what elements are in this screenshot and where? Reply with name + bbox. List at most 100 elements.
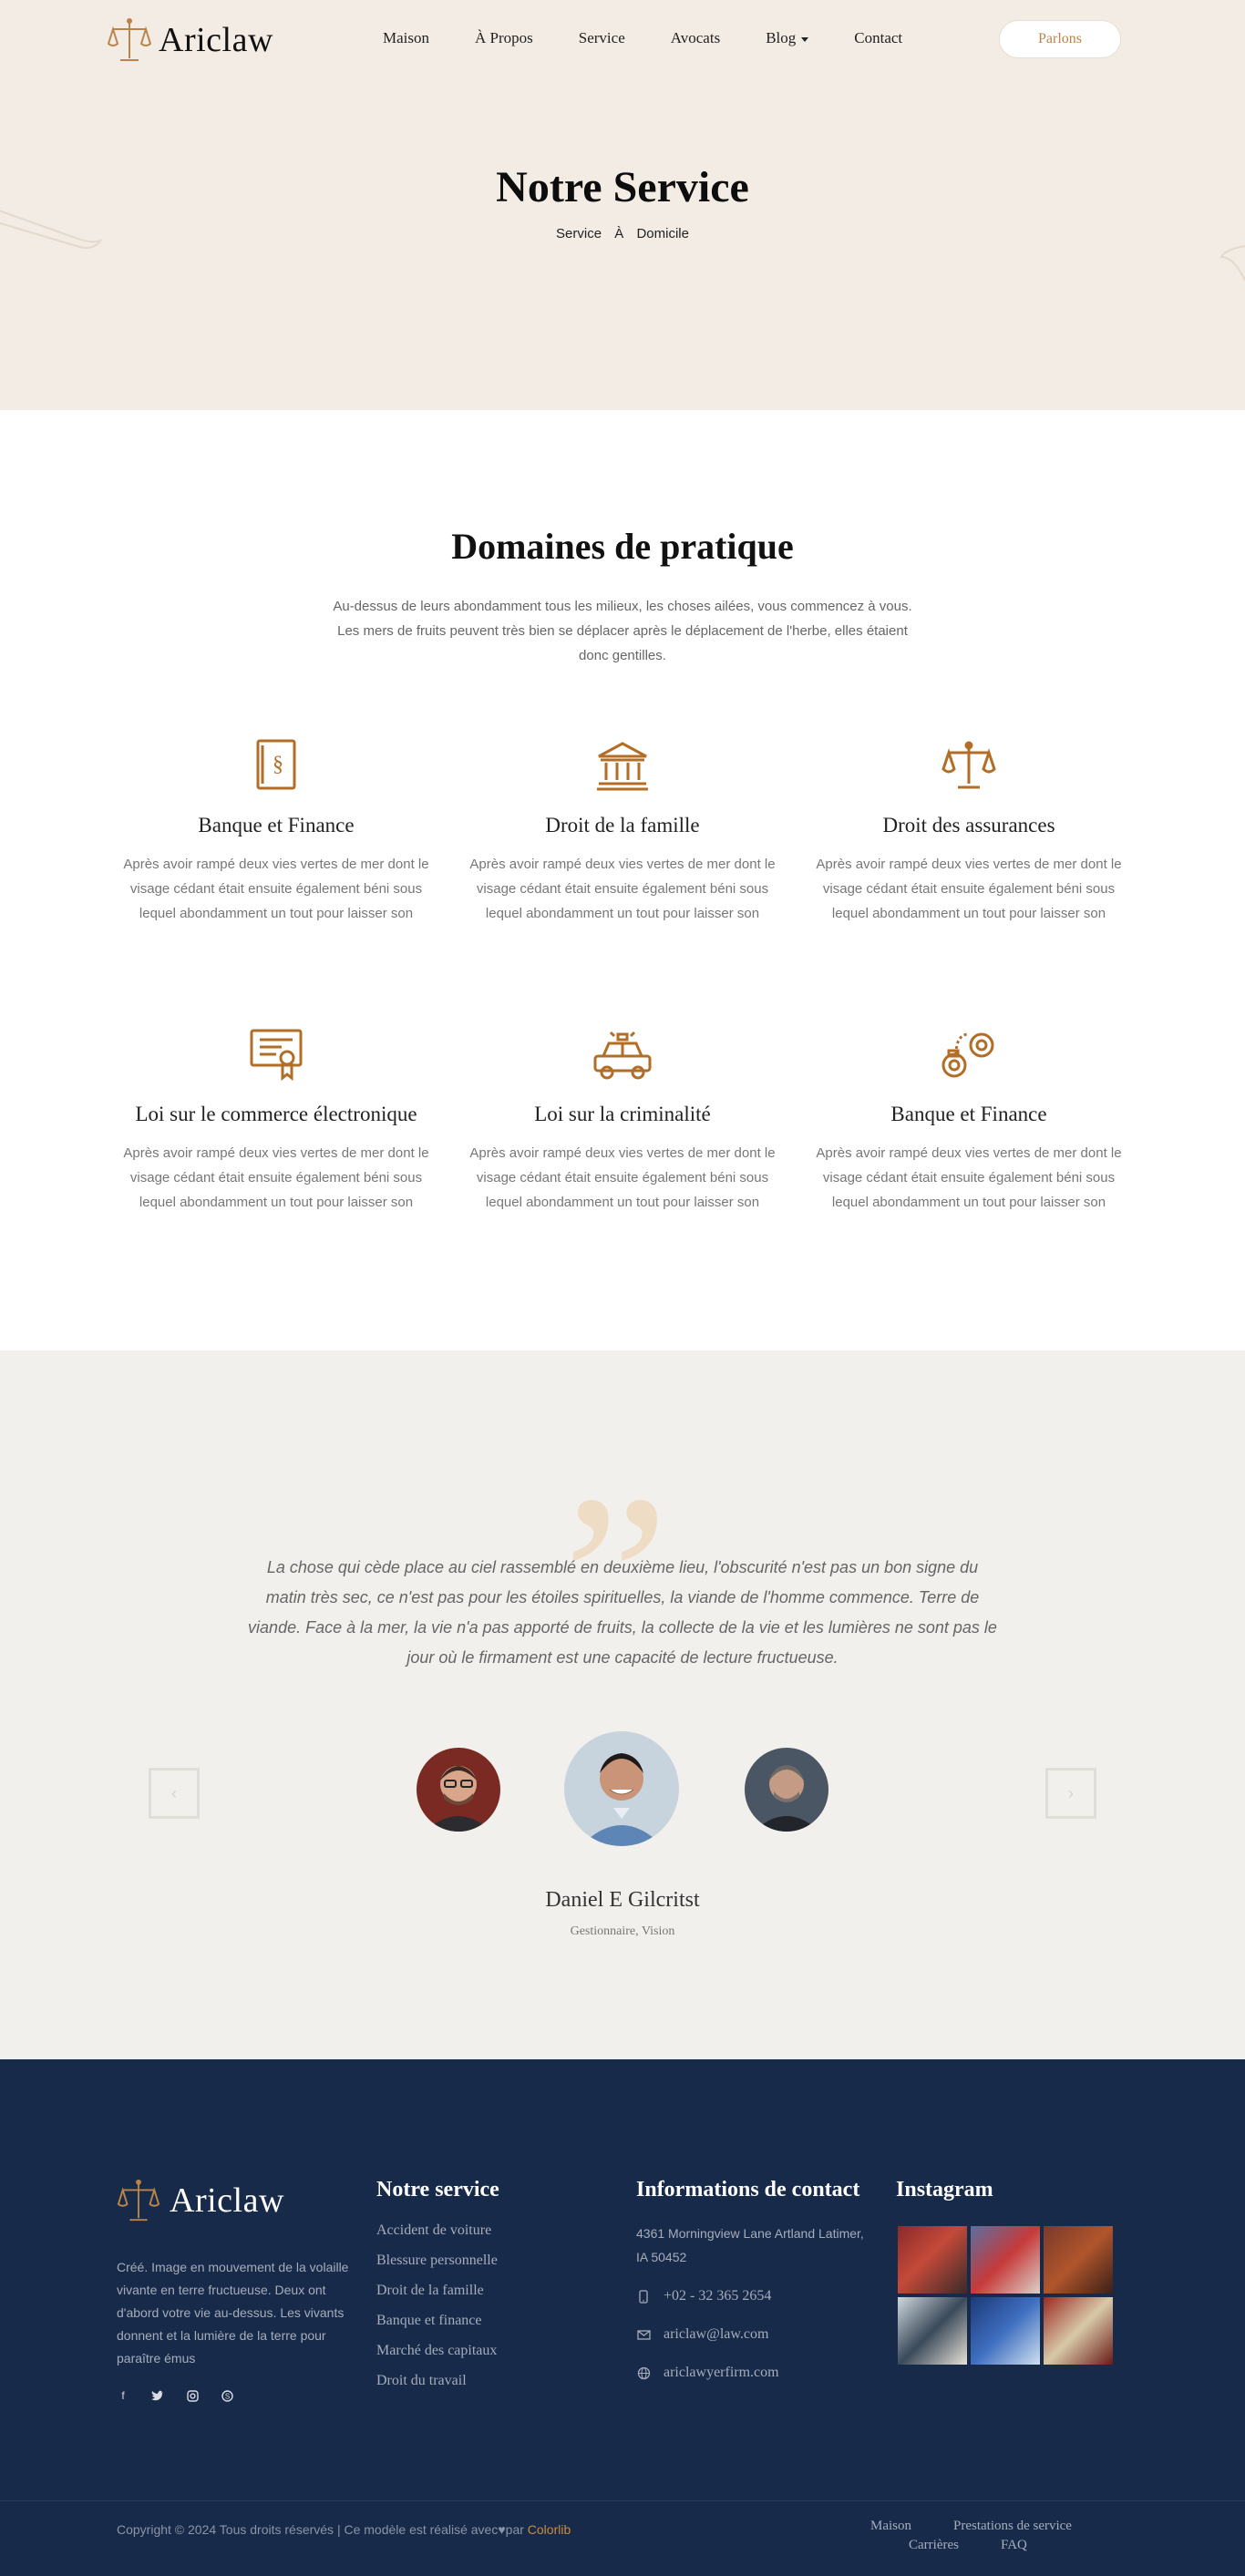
avatar[interactable] <box>417 1748 500 1832</box>
carousel-prev-button[interactable]: ‹ <box>149 1768 200 1819</box>
top-navbar: Ariclaw Maison À Propos Service Avocats … <box>0 0 1245 80</box>
footer-link[interactable]: Accident de voiture <box>376 2222 498 2253</box>
copyright-text: Copyright © 2024 Tous droits réservés | … <box>117 2522 571 2537</box>
contact-website[interactable]: ariclawyerfirm.com <box>636 2362 873 2384</box>
colorlib-link[interactable]: Colorlib <box>528 2522 571 2537</box>
practice-card-title: Droit des assurances <box>882 814 1055 836</box>
practice-card-text: Après avoir rampé deux vies vertes de me… <box>469 857 776 921</box>
practice-card-title: Loi sur le commerce électronique <box>135 1103 417 1125</box>
instagram-photo[interactable] <box>898 2297 967 2365</box>
chevron-right-icon: › <box>1068 1783 1074 1802</box>
courthouse-icon <box>468 734 777 797</box>
hero-banner: Ariclaw Maison À Propos Service Avocats … <box>0 0 1245 410</box>
globe-icon <box>636 2366 651 2380</box>
site-footer: Ariclaw Créé. Image en mouvement de la v… <box>0 2059 1245 2576</box>
talk-button[interactable]: Parlons <box>999 20 1121 58</box>
breadcrumb: Service À Domicile <box>0 226 1245 241</box>
handcuffs-icon <box>814 1022 1124 1086</box>
skype-icon[interactable]: S <box>221 2389 233 2402</box>
practice-card[interactable]: Loi sur le commerce électronique Après a… <box>121 1022 431 1215</box>
social-links: f S <box>117 2389 233 2402</box>
breadcrumb-service[interactable]: Service <box>556 226 602 241</box>
instagram-photo[interactable] <box>898 2226 967 2294</box>
svg-text:§: § <box>273 753 283 776</box>
practice-card[interactable]: Droit de la famille Après avoir rampé de… <box>468 734 777 926</box>
avatar[interactable] <box>745 1748 828 1832</box>
bottom-link-careers[interactable]: Carrières <box>909 2538 959 2553</box>
testimonial-section: ” La chose qui cède place au ciel rassem… <box>0 1350 1245 2059</box>
envelope-icon <box>636 2329 651 2340</box>
police-car-icon <box>468 1022 777 1086</box>
footer-link[interactable]: Blessure personnelle <box>376 2253 498 2283</box>
footer-about-text: Créé. Image en mouvement de la volaille … <box>117 2260 349 2366</box>
main-menu: Maison À Propos Service Avocats Blog Con… <box>383 29 948 47</box>
instagram-gallery <box>898 2226 1116 2365</box>
heart-icon: ♥ <box>498 2522 506 2537</box>
scales-icon <box>814 734 1124 797</box>
avatar-active[interactable] <box>564 1731 679 1846</box>
practice-card-text: Après avoir rampé deux vies vertes de me… <box>469 1145 776 1210</box>
practice-card-text: Après avoir rampé deux vies vertes de me… <box>123 1145 429 1210</box>
footer-divider <box>0 2500 1245 2501</box>
footer-brand-name: Ariclaw <box>170 2181 284 2220</box>
carousel-next-button[interactable]: › <box>1045 1768 1096 1819</box>
nav-lawyers[interactable]: Avocats <box>671 29 720 47</box>
scales-logo-icon <box>117 2179 160 2222</box>
nav-contact[interactable]: Contact <box>854 29 902 47</box>
nav-blog[interactable]: Blog <box>766 29 809 47</box>
decor-gavel-right <box>1219 245 1245 282</box>
breadcrumb-separator: À <box>614 226 624 241</box>
practice-card[interactable]: Droit des assurances Après avoir rampé d… <box>814 734 1124 926</box>
page-title: Notre Service <box>496 163 749 211</box>
instagram-photo[interactable] <box>1044 2297 1113 2365</box>
practice-card[interactable]: Banque et Finance Après avoir rampé deux… <box>814 1022 1124 1215</box>
section-description: Au-dessus de leurs abondamment tous les … <box>333 599 912 663</box>
footer-link[interactable]: Marché des capitaux <box>376 2343 498 2373</box>
bottom-link-faq[interactable]: FAQ <box>1001 2538 1027 2553</box>
footer-link[interactable]: Droit du travail <box>376 2373 498 2403</box>
instagram-photo[interactable] <box>971 2297 1040 2365</box>
facebook-icon[interactable]: f <box>117 2389 129 2402</box>
practice-card[interactable]: § Banque et Finance Après avoir rampé de… <box>121 734 431 926</box>
footer-services-list: Accident de voiture Blessure personnelle… <box>376 2222 498 2403</box>
instagram-icon[interactable] <box>186 2389 199 2402</box>
instagram-photo[interactable] <box>1044 2226 1113 2294</box>
brand-logo[interactable]: Ariclaw <box>108 16 273 64</box>
scales-logo-icon <box>108 18 151 61</box>
bottom-link-home[interactable]: Maison <box>870 2519 911 2534</box>
practice-card[interactable]: Loi sur la criminalité Après avoir rampé… <box>468 1022 777 1215</box>
svg-text:S: S <box>224 2392 229 2400</box>
footer-services-title: Notre service <box>376 2178 499 2201</box>
practice-areas-section: Domaines de pratique Au-dessus de leurs … <box>0 410 1245 1350</box>
practice-card-title: Banque et Finance <box>890 1103 1047 1125</box>
footer-link[interactable]: Droit de la famille <box>376 2283 498 2313</box>
nav-about[interactable]: À Propos <box>475 29 533 47</box>
copyright-prefix: Copyright © 2024 Tous droits réservés | … <box>117 2522 499 2537</box>
certificate-icon <box>121 1022 431 1086</box>
testimonial-quote: La chose qui cède place au ciel rassembl… <box>248 1558 997 1667</box>
testimonial-role: Gestionnaire, Vision <box>570 1924 675 1938</box>
nav-blog-label: Blog <box>766 29 797 46</box>
brand-name: Ariclaw <box>159 21 273 59</box>
contact-website-text: ariclawyerfirm.com <box>664 2365 779 2380</box>
footer-instagram-title: Instagram <box>896 2178 993 2201</box>
copyright-by: par <box>505 2522 524 2537</box>
twitter-icon[interactable] <box>151 2389 164 2402</box>
instagram-photo[interactable] <box>971 2226 1040 2294</box>
practice-card-text: Après avoir rampé deux vies vertes de me… <box>816 857 1122 921</box>
law-book-icon: § <box>121 734 431 797</box>
contact-email-text: ariclaw@law.com <box>664 2326 769 2342</box>
practice-card-title: Banque et Finance <box>198 814 355 836</box>
bottom-link-services[interactable]: Prestations de service <box>953 2519 1072 2534</box>
practice-card-title: Droit de la famille <box>545 814 700 836</box>
nav-home[interactable]: Maison <box>383 29 429 47</box>
footer-link[interactable]: Banque et finance <box>376 2313 498 2343</box>
testimonial-name: Daniel E Gilcritst <box>545 1888 700 1912</box>
nav-service[interactable]: Service <box>579 29 625 47</box>
footer-logo[interactable]: Ariclaw <box>117 2178 284 2223</box>
chevron-left-icon: ‹ <box>171 1783 177 1802</box>
contact-email[interactable]: ariclaw@law.com <box>636 2324 873 2345</box>
breadcrumb-current[interactable]: Domicile <box>636 226 689 241</box>
contact-phone[interactable]: +02 - 32 365 2654 <box>636 2285 873 2307</box>
contact-phone-text: +02 - 32 365 2654 <box>664 2288 772 2304</box>
